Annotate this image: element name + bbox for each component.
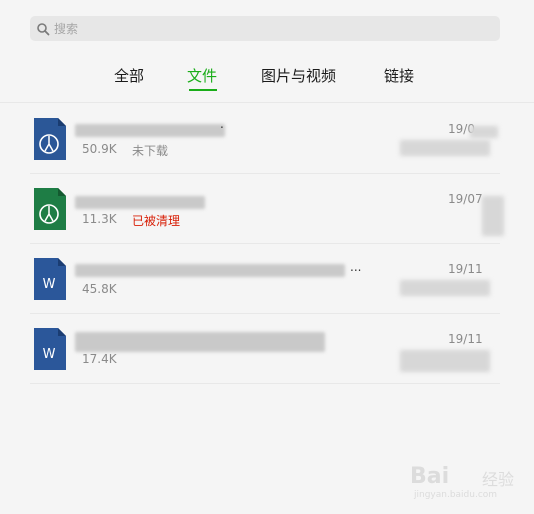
sender-redacted <box>400 350 490 372</box>
file-row[interactable]: 11.3K 已被清理 19/07 <box>30 174 504 244</box>
search-input[interactable] <box>54 18 500 39</box>
file-date: 19/11 <box>448 262 483 276</box>
file-size: 45.8K <box>82 282 117 296</box>
search-bar[interactable] <box>30 16 500 41</box>
tab-images-videos[interactable]: 图片与视频 <box>261 64 336 88</box>
file-row[interactable]: . 50.9K 未下载 19/0 <box>30 104 500 174</box>
file-name-redacted <box>75 264 345 277</box>
file-name-redacted <box>75 332 325 352</box>
sender-redacted <box>400 140 490 156</box>
svg-text:W: W <box>43 347 56 362</box>
sender-redacted <box>400 280 490 296</box>
watermark-cn-text: 经验 <box>482 470 515 489</box>
date-redacted <box>482 196 504 236</box>
file-row[interactable]: W 17.4K 19/11 <box>30 314 500 384</box>
file-name-suffix: ... <box>350 260 362 274</box>
file-name-redacted <box>75 124 225 137</box>
tab-links[interactable]: 链接 <box>384 64 414 88</box>
file-row[interactable]: W ... 45.8K 19/11 <box>30 244 500 314</box>
cleared-status: 已被清理 <box>132 214 181 228</box>
active-tab-indicator <box>189 89 217 91</box>
divider <box>0 102 534 103</box>
file-name-suffix: . <box>220 117 224 131</box>
search-icon <box>37 22 50 35</box>
file-size: 11.3K <box>82 212 117 226</box>
svg-text:W: W <box>43 277 56 292</box>
tab-all[interactable]: 全部 <box>114 64 144 88</box>
tab-files[interactable]: 文件 <box>187 64 217 88</box>
watermark-logo-text: Bai <box>410 464 450 489</box>
file-name-redacted <box>75 196 205 209</box>
tab-bar: 全部 文件 图片与视频 链接 <box>0 64 534 94</box>
baidu-jingyan-watermark: Bai 经验 jingyan.baidu.com <box>410 460 530 506</box>
word-icon: W <box>34 328 66 370</box>
date-redacted <box>470 126 498 138</box>
download-status: 未下载 <box>132 144 169 158</box>
file-size: 50.9K <box>82 142 117 156</box>
file-date: 19/07 <box>448 192 483 206</box>
file-date: 19/11 <box>448 332 483 346</box>
file-size: 17.4K <box>82 352 117 366</box>
word-icon: W <box>34 258 66 300</box>
app-file-icon <box>34 188 66 230</box>
file-list-page: 全部 文件 图片与视频 链接 . 50.9K 未下载 19/0 11.3K <box>0 0 534 514</box>
divider <box>30 383 500 384</box>
watermark-url: jingyan.baidu.com <box>414 490 498 500</box>
app-file-icon <box>34 118 66 160</box>
